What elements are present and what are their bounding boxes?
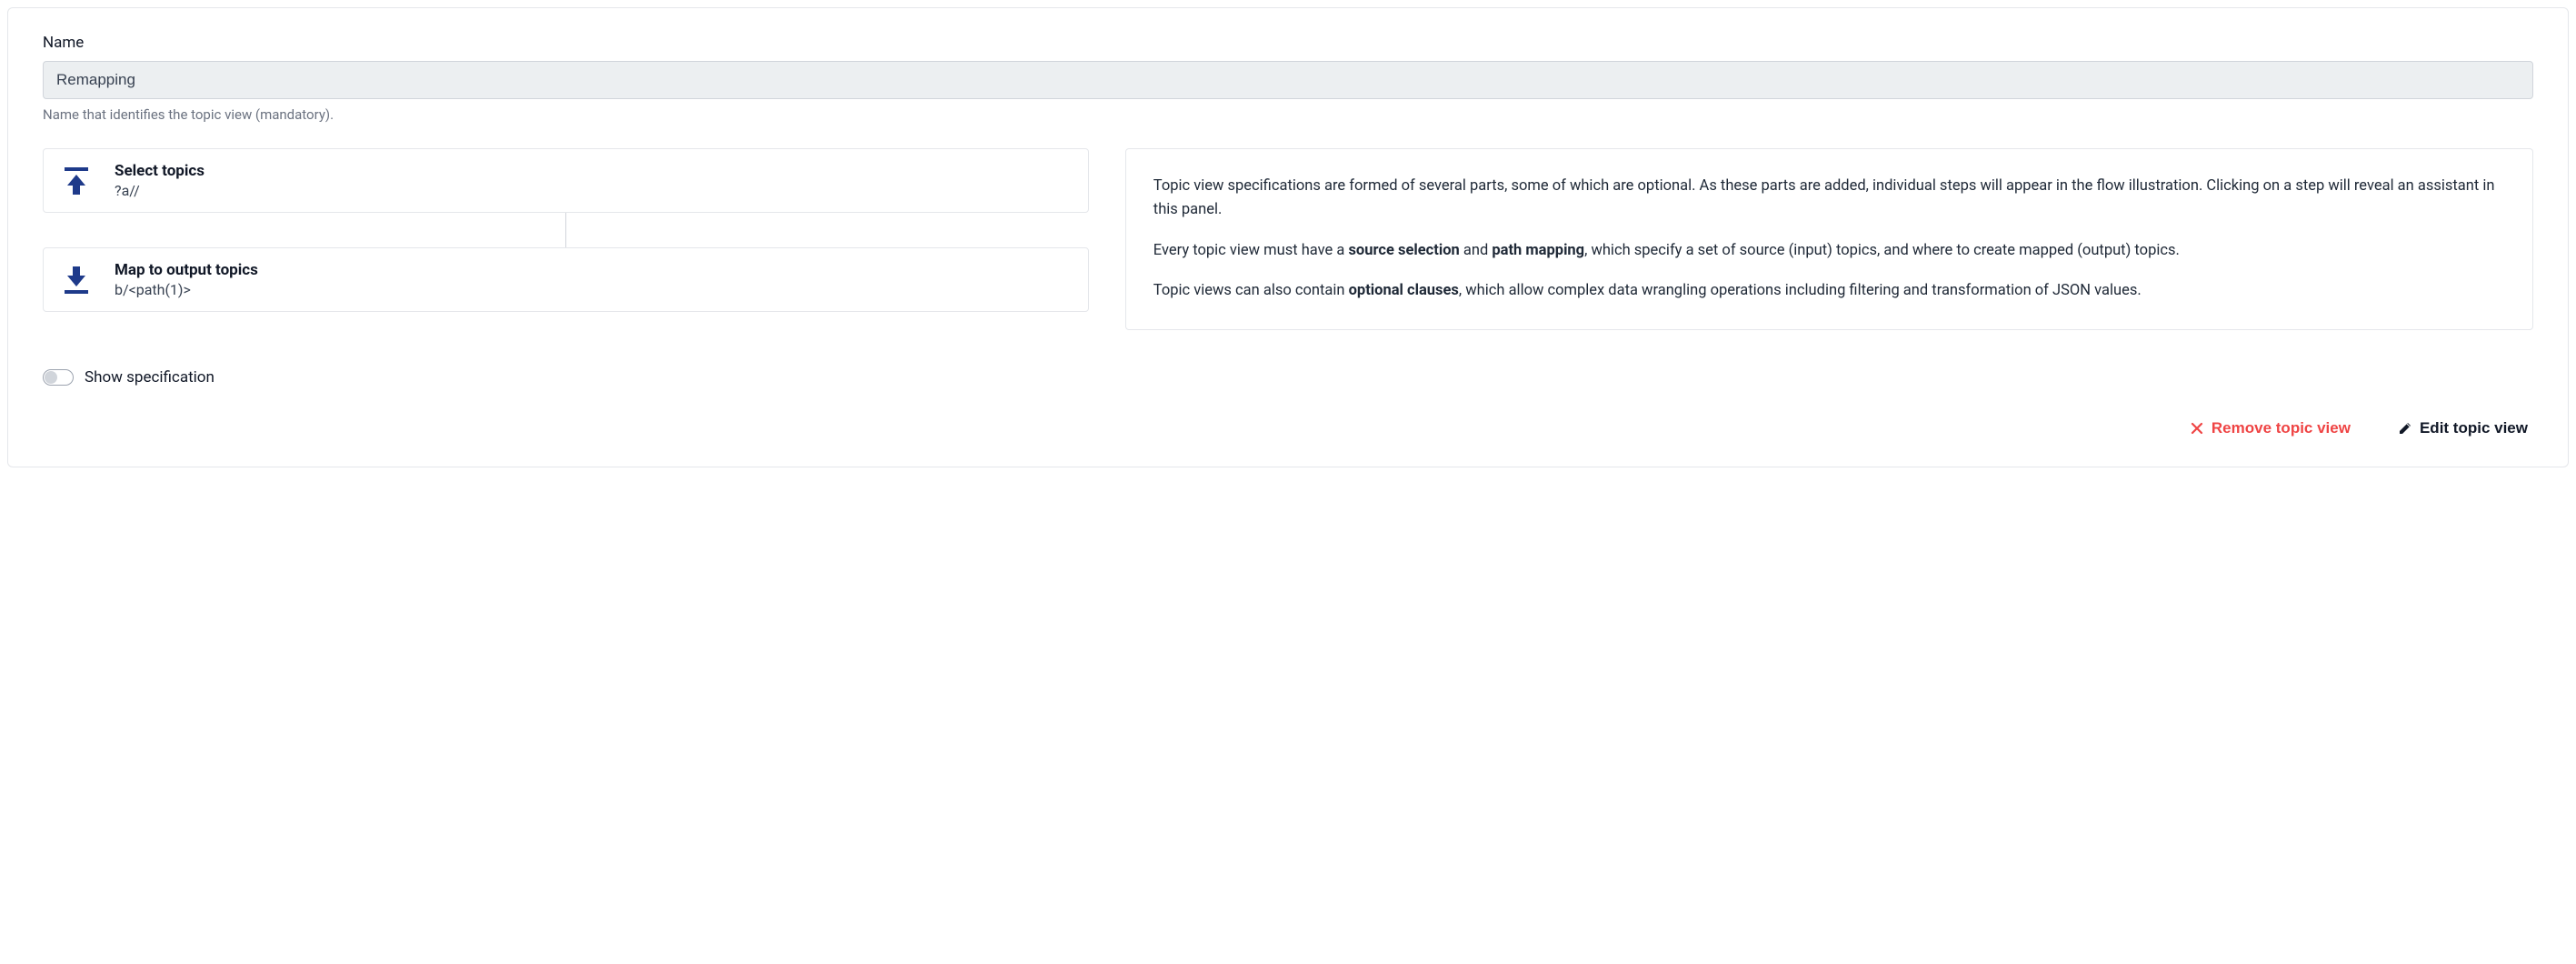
content-columns: Select topics ?a// Map to output topics … [43,148,2533,330]
action-bar: Remove topic view Edit topic view [43,416,2533,441]
name-helper: Name that identifies the topic view (man… [43,106,2533,123]
upload-arrow-icon [64,166,89,196]
name-label: Name [43,34,2533,52]
edit-button-label: Edit topic view [2420,419,2528,437]
step-map-sub: b/<path(1)> [115,281,258,298]
step-map-output[interactable]: Map to output topics b/<path(1)> [43,247,1089,312]
info-paragraph-3: Topic views can also contain optional cl… [1153,279,2505,303]
close-icon [2190,421,2204,436]
remove-button-label: Remove topic view [2212,419,2351,437]
info-paragraph-2: Every topic view must have a source sele… [1153,239,2505,263]
toggle-knob [45,371,57,384]
info-column: Topic view specifications are formed of … [1125,148,2533,330]
step-select-topics[interactable]: Select topics ?a// [43,148,1089,213]
step-select-title: Select topics [115,162,205,180]
show-specification-toggle[interactable] [43,369,74,386]
flow-column: Select topics ?a// Map to output topics … [43,148,1089,312]
remove-topic-view-button[interactable]: Remove topic view [2184,416,2356,441]
name-input[interactable] [43,61,2533,99]
step-map-title: Map to output topics [115,261,258,279]
flow-connector [565,213,566,247]
info-panel: Topic view specifications are formed of … [1125,148,2533,330]
show-specification-label: Show specification [85,368,215,387]
show-specification-row: Show specification [43,368,2533,387]
edit-topic-view-button[interactable]: Edit topic view [2392,416,2533,441]
info-paragraph-1: Topic view specifications are formed of … [1153,175,2505,223]
download-arrow-icon [64,266,89,295]
step-select-sub: ?a// [115,182,205,199]
pencil-icon [2398,421,2412,436]
topic-view-panel: Name Name that identifies the topic view… [7,7,2569,467]
